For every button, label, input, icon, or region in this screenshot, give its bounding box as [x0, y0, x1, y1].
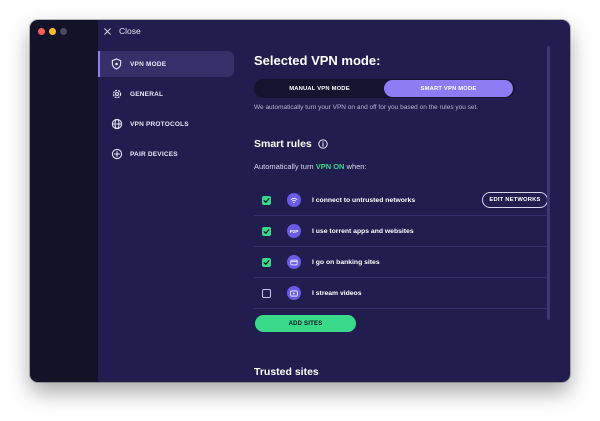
smart-rules-title: Smart rules: [254, 138, 312, 150]
close-label: Close: [119, 26, 141, 36]
rule-checkbox[interactable]: [262, 257, 271, 267]
main-panel: Selected VPN mode: MANUAL VPN MODE SMART…: [254, 20, 554, 382]
add-sites-button[interactable]: ADD SITES: [255, 315, 356, 332]
list-item: P2P I use torrent apps and websites: [254, 216, 548, 247]
gear-icon: [110, 88, 123, 101]
manual-vpn-mode-tab[interactable]: MANUAL VPN MODE: [255, 80, 384, 97]
close-button[interactable]: Close: [104, 26, 141, 36]
sidebar-item-label: GENERAL: [130, 90, 164, 98]
plus-circle-icon: [110, 148, 123, 161]
rule-label: I use torrent apps and websites: [312, 227, 414, 235]
rule-label: I stream videos: [312, 289, 362, 297]
sidebar-item-label: VPN PROTOCOLS: [130, 120, 189, 128]
subtitle-prefix: Automatically turn: [254, 162, 316, 171]
rule-label: I connect to untrusted networks: [312, 196, 416, 204]
smart-vpn-mode-tab[interactable]: SMART VPN MODE: [384, 80, 513, 97]
shield-icon: [110, 58, 123, 71]
list-item: I connect to untrusted networks EDIT NET…: [254, 185, 548, 216]
vpn-mode-toggle: MANUAL VPN MODE SMART VPN MODE: [254, 79, 515, 98]
scrollbar[interactable]: [547, 46, 550, 320]
sidebar-item-pair-devices[interactable]: PAIR DEVICES: [98, 141, 234, 167]
mode-description: We automatically turn your VPN on and of…: [254, 104, 479, 111]
window-minimize-dot[interactable]: [49, 28, 56, 35]
sidebar-item-general[interactable]: GENERAL: [98, 81, 234, 107]
rule-label: I go on banking sites: [312, 258, 380, 266]
subtitle-suffix: when:: [344, 162, 367, 171]
smart-rules-list: I connect to untrusted networks EDIT NET…: [254, 185, 548, 309]
vpn-on-highlight: VPN ON: [315, 162, 345, 171]
sidebar-item-vpn-mode[interactable]: VPN MODE: [98, 51, 234, 77]
sidebar-item-vpn-protocols[interactable]: VPN PROTOCOLS: [98, 111, 234, 137]
info-icon[interactable]: [318, 139, 328, 149]
close-icon: [104, 27, 111, 35]
smart-rules-heading: Smart rules: [254, 138, 328, 150]
window-zoom-dot[interactable]: [60, 28, 67, 35]
page-title: Selected VPN mode:: [254, 53, 381, 68]
list-item: I go on banking sites: [254, 247, 548, 278]
settings-nav: VPN MODE GENERAL VPN PROTOCOLS PAIR DEVI…: [98, 51, 234, 171]
video-icon: [287, 286, 301, 300]
wifi-icon: [287, 193, 301, 207]
app-window: Close VPN MODE GENERAL VPN PROTOCOLS PAI…: [30, 20, 570, 382]
rule-checkbox[interactable]: [262, 195, 271, 205]
wallet-icon: [287, 255, 301, 269]
sidebar-item-label: PAIR DEVICES: [130, 150, 178, 158]
rule-checkbox[interactable]: [262, 226, 271, 236]
window-close-dot[interactable]: [38, 28, 45, 35]
p2p-icon: P2P: [287, 224, 301, 238]
window-rail: [30, 20, 98, 382]
trusted-sites-title: Trusted sites: [254, 366, 319, 378]
rule-checkbox[interactable]: [262, 288, 271, 298]
smart-rules-subtitle: Automatically turn VPN ON when:: [254, 162, 367, 171]
globe-icon: [110, 118, 123, 131]
sidebar-item-label: VPN MODE: [130, 60, 167, 68]
list-item: I stream videos: [254, 278, 548, 309]
edit-networks-button[interactable]: EDIT NETWORKS: [482, 192, 548, 208]
